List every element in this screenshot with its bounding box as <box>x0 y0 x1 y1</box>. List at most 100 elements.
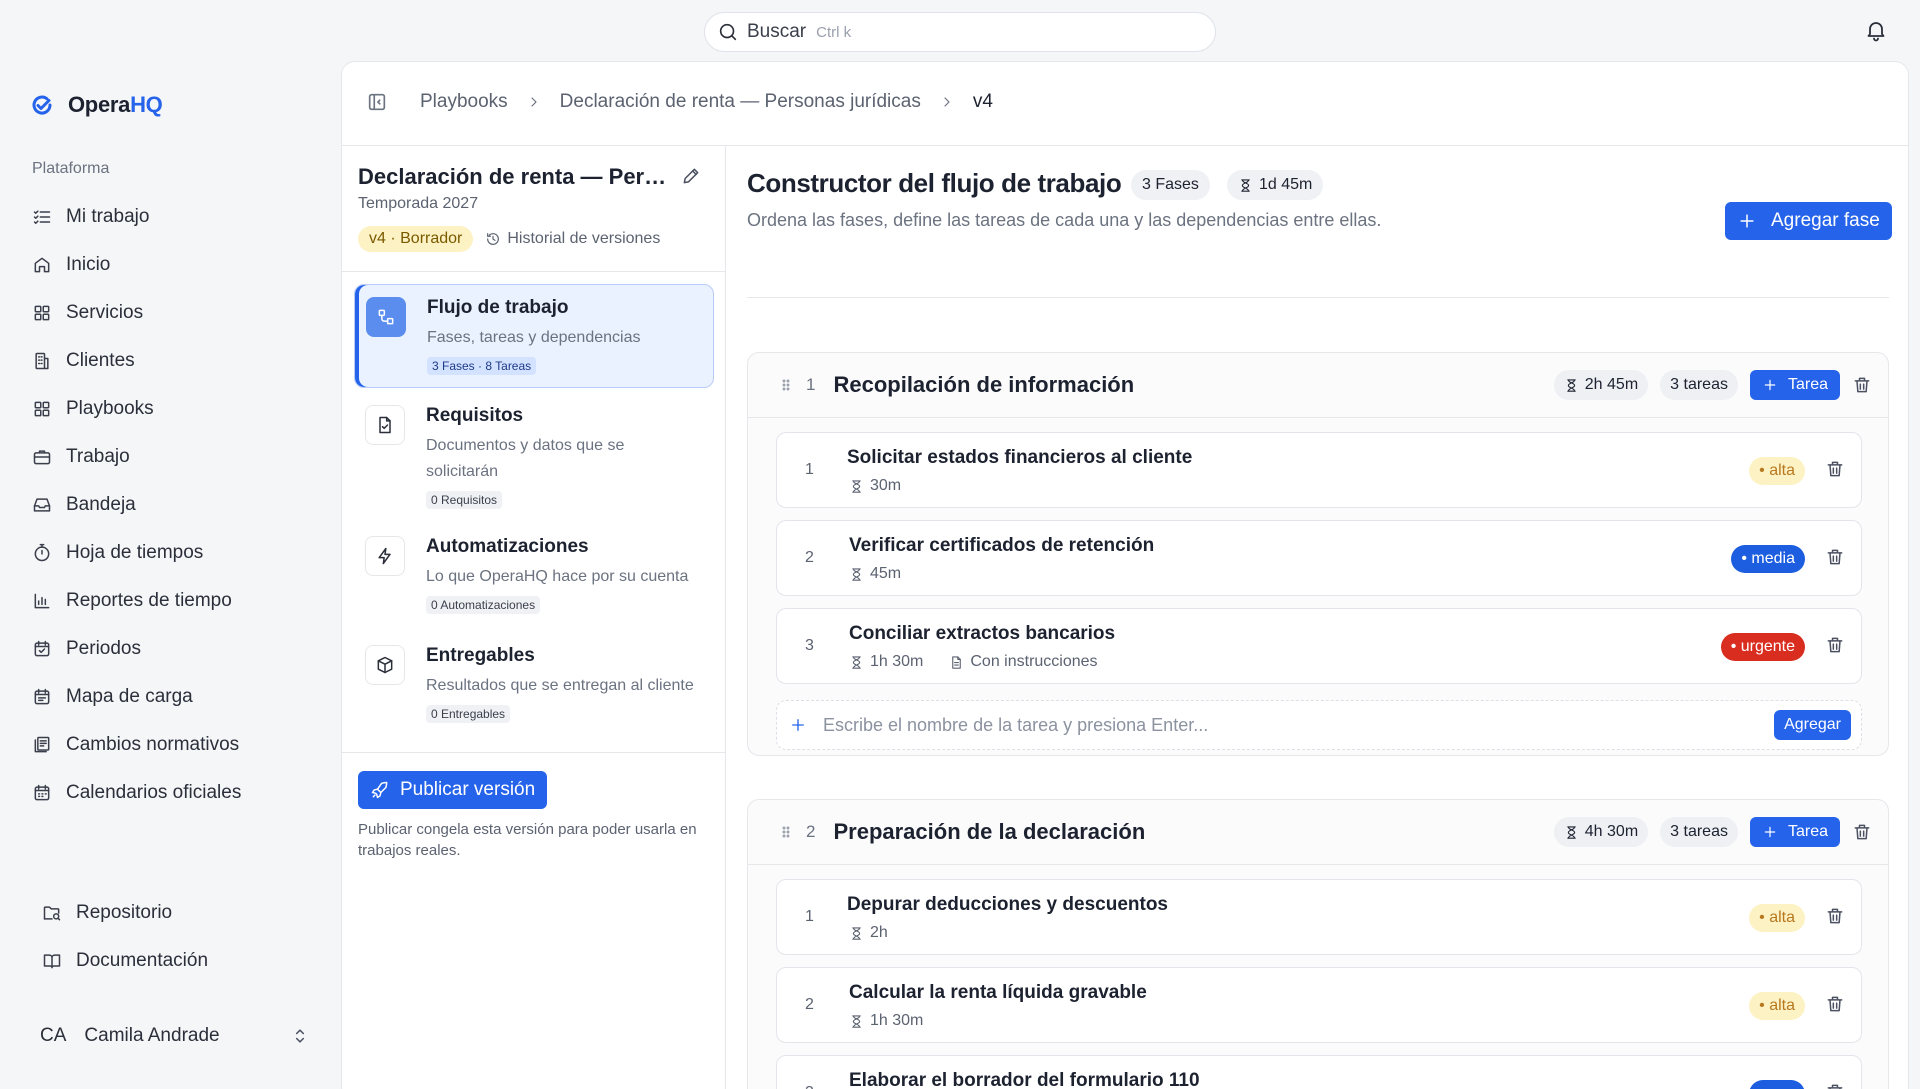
phase-name[interactable]: Preparación de la declaración <box>833 819 1541 845</box>
task-title: Elaborar el borrador del formulario 110 <box>849 1070 1200 1089</box>
section-title: Requisitos <box>426 405 524 426</box>
sidebar-item-label: Trabajo <box>66 446 130 467</box>
task-title: Calcular la renta líquida gravable <box>849 982 1147 1003</box>
search-input[interactable]: Buscar Ctrl k <box>704 12 1216 52</box>
sidebar-item-playbooks[interactable]: Playbooks <box>24 385 324 433</box>
calendar-icon <box>34 688 50 705</box>
priority-badge[interactable] <box>1749 1080 1805 1089</box>
header-divider <box>342 145 1908 146</box>
phase-card: 2 Preparación de la declaración 4h 30m 3… <box>747 799 1889 1089</box>
task-duration: 45m <box>870 565 902 582</box>
phase-name[interactable]: Recopilación de información <box>833 372 1541 398</box>
add-task-submit-button[interactable]: Agregar <box>1774 710 1851 740</box>
section-entregables[interactable]: Entregables Resultados que se entregan a… <box>354 633 714 735</box>
task-row[interactable]: 1 Depurar deducciones y descuentos 2h • … <box>776 879 1862 955</box>
section-title: Entregables <box>426 645 535 666</box>
bar-chart-icon <box>34 593 50 609</box>
delete-task-button[interactable] <box>1825 635 1845 655</box>
hourglass-icon <box>852 567 861 581</box>
add-task-button[interactable]: Tarea <box>1749 370 1840 400</box>
sidebar-item-label: Servicios <box>66 302 144 323</box>
page-subtitle: Ordena las fases, define las tareas de c… <box>747 210 1382 230</box>
drag-handle-icon[interactable] <box>778 824 794 840</box>
delete-phase-button[interactable] <box>1852 822 1872 842</box>
publish-version-button[interactable]: Publicar versión <box>358 771 548 809</box>
building-icon <box>35 352 49 370</box>
phase-task-count: 3 tareas <box>1660 817 1738 847</box>
section-automatizaciones[interactable]: Automatizaciones Lo que OperaHQ hace por… <box>354 524 714 626</box>
left-divider <box>342 271 725 272</box>
sidebar-item-mi-trabajo[interactable]: Mi trabajo <box>24 193 324 241</box>
breadcrumb-playbooks[interactable]: Playbooks <box>420 91 508 113</box>
delete-task-button[interactable] <box>1825 547 1845 567</box>
task-row[interactable]: 2 Calcular la renta líquida gravable 1h … <box>776 967 1862 1043</box>
new-task-input[interactable] <box>823 714 1759 736</box>
delete-task-button[interactable] <box>1825 906 1845 926</box>
sidebar-item-clientes[interactable]: Clientes <box>24 337 324 385</box>
sidebar-item-trabajo[interactable]: Trabajo <box>24 433 324 481</box>
sidebar-item-mapa-de-carga[interactable]: Mapa de carga <box>24 673 324 721</box>
phase-header: 1 Recopilación de información 2h 45m 3 t… <box>748 353 1888 417</box>
file-check-icon <box>379 416 391 434</box>
add-phase-button[interactable]: Agregar fase <box>1725 202 1892 240</box>
task-row[interactable]: 3 Elaborar el borrador del formulario 11… <box>776 1055 1862 1089</box>
sidebar-item-reportes-de-tiempo[interactable]: Reportes de tiempo <box>24 577 324 625</box>
edit-title-button[interactable] <box>681 166 701 186</box>
delete-task-button[interactable] <box>1825 1082 1845 1089</box>
chevron-up-down-icon <box>295 1029 305 1043</box>
drag-handle-icon[interactable] <box>778 377 794 393</box>
notifications-button[interactable] <box>1864 18 1892 46</box>
sidebar-item-periodos[interactable]: Periodos <box>24 625 324 673</box>
task-number: 2 <box>805 549 814 566</box>
add-phase-label: Agregar fase <box>1771 210 1880 231</box>
chevron-right-icon <box>944 97 950 107</box>
brand-logo[interactable]: OperaHQ <box>30 92 163 118</box>
priority-badge[interactable]: • alta <box>1749 904 1805 932</box>
section-flujo-de-trabajo[interactable]: Flujo de trabajo Fases, tareas y depende… <box>354 284 714 388</box>
sidebar-item-cambios-normativos[interactable]: Cambios normativos <box>24 721 324 769</box>
delete-phase-button[interactable] <box>1852 375 1872 395</box>
task-row[interactable]: 2 Verificar certificados de retención 45… <box>776 520 1862 596</box>
sidebar-toggle-icon[interactable] <box>366 91 388 113</box>
user-menu[interactable]: CA Camila Andrade <box>40 1018 310 1054</box>
priority-badge[interactable]: • media <box>1731 545 1805 573</box>
sidebar-item-servicios[interactable]: Servicios <box>24 289 324 337</box>
document-icon <box>952 655 962 669</box>
sidebar-item-documentacion[interactable]: Documentación <box>34 937 324 985</box>
version-history-link[interactable]: Historial de versiones <box>485 230 660 248</box>
delete-task-button[interactable] <box>1825 994 1845 1014</box>
priority-badge[interactable]: • alta <box>1749 457 1805 485</box>
task-number: 3 <box>805 637 814 654</box>
delete-task-button[interactable] <box>1825 459 1845 479</box>
task-number: 2 <box>805 996 814 1013</box>
priority-badge[interactable]: • urgente <box>1720 633 1805 661</box>
priority-badge[interactable]: • alta <box>1749 992 1805 1020</box>
sidebar-item-repositorio[interactable]: Repositorio <box>34 889 324 937</box>
task-duration: 2h <box>870 924 888 941</box>
phase-duration-value: 2h 45m <box>1584 376 1639 393</box>
section-requisitos[interactable]: Requisitos Documentos y datos que se sol… <box>354 393 714 521</box>
hourglass-icon <box>852 926 861 940</box>
sidebar-item-label: Periodos <box>66 638 141 659</box>
hourglass-icon <box>852 655 861 669</box>
chevron-right-icon <box>531 97 537 107</box>
pencil-icon <box>683 168 699 184</box>
breadcrumb-playbook[interactable]: Declaración de renta — Personas jurídica… <box>560 91 921 113</box>
task-row[interactable]: 1 Solicitar estados financieros al clien… <box>776 432 1862 508</box>
sidebar-item-inicio[interactable]: Inicio <box>24 241 324 289</box>
sidebar-item-bandeja[interactable]: Bandeja <box>24 481 324 529</box>
sidebar-nav: Mi trabajo Inicio Servicios Clientes Pla… <box>24 193 324 817</box>
calendar-check-icon <box>34 640 50 657</box>
add-task-label: Tarea <box>1787 376 1828 393</box>
add-task-button[interactable]: Tarea <box>1749 817 1840 847</box>
sidebar-item-label: Hoja de tiempos <box>66 542 204 563</box>
hourglass-icon <box>1566 378 1576 392</box>
sidebar-item-hoja-de-tiempos[interactable]: Hoja de tiempos <box>24 529 324 577</box>
builder-divider <box>747 297 1889 298</box>
task-row[interactable]: 3 Conciliar extractos bancarios 1h 30m C… <box>776 608 1862 684</box>
phase-number: 2 <box>806 822 816 841</box>
sidebar-item-label: Bandeja <box>66 494 136 515</box>
document-stack-icon <box>34 736 50 753</box>
sidebar-item-calendarios-oficiales[interactable]: Calendarios oficiales <box>24 769 324 817</box>
workflow-icon <box>378 309 394 325</box>
